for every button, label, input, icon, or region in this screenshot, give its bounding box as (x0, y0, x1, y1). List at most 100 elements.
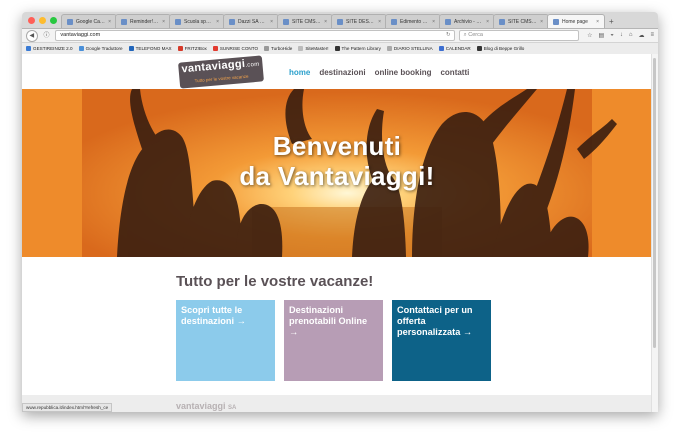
tab[interactable]: SITE CMS - ww...× (277, 14, 333, 28)
feature-box-1[interactable]: Scopri tutte le destinazioni → (176, 300, 275, 381)
bookmark-icon (476, 46, 482, 51)
tab-favicon-icon (67, 18, 73, 25)
bookmark-item[interactable]: CALENDAR (438, 46, 471, 51)
tab[interactable]: Scuola speciali...× (169, 14, 225, 28)
hero-title: Benvenuti da Vantaviaggi! (22, 131, 652, 191)
close-window-icon[interactable] (28, 17, 35, 24)
bookmark-label: The Pattern Library (341, 46, 381, 51)
new-tab-icon[interactable]: + (605, 17, 618, 28)
toolbar-icons: ☆ ▤ ◒ ↓ ⌂ ☁ ≡ (587, 32, 654, 39)
bookmark-icon (264, 46, 270, 51)
bookmark-label: TELEFONO MAX (135, 46, 172, 51)
tab[interactable]: Dazzi SA Chim...× (223, 14, 279, 28)
bookmark-item[interactable]: Blog di Beppe Grillo (476, 46, 524, 51)
bookmark-item[interactable]: SUNRISE CONTO (212, 46, 258, 51)
navigation-bar: ◀ ⓘ vantaviaggi.com ↻ ⌕ Cerca ☆ ▤ ◒ ↓ ⌂ … (22, 29, 658, 43)
bookmark-item[interactable]: GESTIREINIZE 2.0 (26, 46, 73, 51)
bookmark-icon (177, 46, 183, 51)
pocket-icon[interactable]: ◒ (610, 32, 614, 39)
menu-item-home[interactable]: home (289, 68, 310, 77)
logo-suffix: .com (245, 61, 260, 69)
bookmark-label: CALENDAR (445, 46, 471, 51)
bookmark-item[interactable]: SiteMaster! (298, 46, 329, 51)
tab-label: SITE DESIGN (346, 18, 376, 25)
bookmark-item[interactable]: Google Traduttore (78, 46, 123, 51)
tab[interactable]: SITE DESIGN × (331, 14, 387, 28)
address-bar[interactable]: vantaviaggi.com ↻ (55, 30, 455, 41)
menu-item-contatti[interactable]: contatti (440, 68, 469, 77)
menu-item-online-booking[interactable]: online booking (375, 68, 432, 77)
back-icon[interactable]: ◀ (26, 29, 38, 42)
hero-banner: Benvenuti da Vantaviaggi! (22, 89, 652, 257)
search-input[interactable]: ⌕ Cerca (458, 30, 580, 41)
scrollbar[interactable] (651, 54, 658, 412)
tab-close-icon[interactable]: × (540, 19, 543, 25)
bookmark-icon (128, 46, 134, 51)
bookmark-icon (334, 46, 340, 51)
bookmark-item[interactable]: TurboHide (264, 46, 292, 51)
tab-close-icon[interactable]: × (162, 19, 165, 25)
tab-favicon-icon (553, 18, 559, 25)
tab-active[interactable]: Home page × (547, 14, 605, 28)
maximize-window-icon[interactable] (50, 17, 57, 24)
feature-box-text: Contattaci per un offerta personalizzata… (397, 305, 473, 337)
hero-title-line1: Benvenuti (272, 131, 402, 161)
minimize-window-icon[interactable] (39, 17, 46, 24)
site-logo[interactable]: vantaviaggi.com Tutto per le vostre vaca… (178, 55, 264, 89)
tab-close-icon[interactable]: × (486, 19, 489, 25)
tab-close-icon[interactable]: × (432, 19, 435, 25)
site-info-icon[interactable]: ⓘ (42, 31, 52, 41)
tab-close-icon[interactable]: × (216, 19, 219, 25)
bookmark-icon (298, 46, 304, 51)
home-icon[interactable]: ⌂ (629, 32, 633, 39)
tab-label: Google Calend... (76, 18, 105, 25)
bookmark-star-icon[interactable]: ☆ (587, 32, 592, 39)
tab-favicon-icon (445, 18, 451, 25)
reading-list-icon[interactable]: ▤ (599, 32, 605, 39)
bookmark-icon (386, 46, 392, 51)
menu-icon[interactable]: ≡ (650, 32, 654, 39)
bookmark-item[interactable]: DIARIO STELLINA (386, 46, 433, 51)
web-page: vantaviaggi.com Tutto per le vostre vaca… (22, 54, 652, 412)
tab-close-icon[interactable]: × (596, 19, 599, 25)
tab-favicon-icon (391, 18, 397, 25)
tab[interactable]: Archivio - Wau...× (439, 14, 495, 28)
tab[interactable]: SITE CMS - ww...× (493, 14, 549, 28)
scrollbar-thumb[interactable] (653, 58, 656, 348)
feature-boxes: Scopri tutte le destinazioni → Destinazio… (176, 300, 491, 381)
reload-icon[interactable]: ↻ (446, 31, 451, 40)
bookmark-label: FRITZ!Box (184, 46, 207, 51)
tab-label: SITE CMS - ww... (292, 18, 321, 25)
tab-favicon-icon (175, 18, 181, 25)
bookmark-icon (78, 46, 84, 51)
tab-close-icon[interactable]: × (378, 19, 381, 25)
feature-box-3[interactable]: Contattaci per un offerta personalizzata… (392, 300, 491, 381)
feature-box-2[interactable]: Destinazioni prenotabili Online → (284, 300, 383, 381)
tab-close-icon[interactable]: × (108, 19, 111, 25)
footer-logo-name: vantaviaggi (176, 401, 226, 411)
tabs: Google Calend...×Reminder! - Associ...×S… (61, 14, 605, 28)
tab[interactable]: Google Calend...× (61, 14, 117, 28)
bookmark-icon (26, 46, 31, 51)
footer-logo-suffix: SA (228, 405, 237, 411)
search-placeholder: Cerca (468, 32, 483, 38)
bookmark-label: TurboHide (271, 46, 293, 51)
bookmark-item[interactable]: FRITZ!Box (177, 46, 207, 51)
feature-box-text: Destinazioni prenotabili Online → (289, 305, 368, 337)
menu-item-destinazioni[interactable]: destinazioni (319, 68, 365, 77)
bookmark-label: GESTIREINIZE 2.0 (33, 46, 73, 51)
chat-icon[interactable]: ☁ (638, 32, 644, 39)
tab[interactable]: Edimento Dato...× (385, 14, 441, 28)
tab-favicon-icon (337, 18, 343, 25)
bookmark-item[interactable]: The Pattern Library (334, 46, 381, 51)
footer: vantaviaggi SA (22, 395, 652, 412)
tab-favicon-icon (229, 18, 235, 25)
tab-favicon-icon (499, 18, 505, 25)
bookmark-item[interactable]: TELEFONO MAX (128, 46, 172, 51)
tab[interactable]: Reminder! - Associ...× (115, 14, 171, 28)
tab-close-icon[interactable]: × (324, 19, 327, 25)
tab-close-icon[interactable]: × (270, 19, 273, 25)
main-menu: home destinazioni online booking contatti (289, 68, 469, 77)
download-icon[interactable]: ↓ (620, 32, 623, 39)
url-text: vantaviaggi.com (60, 32, 101, 38)
